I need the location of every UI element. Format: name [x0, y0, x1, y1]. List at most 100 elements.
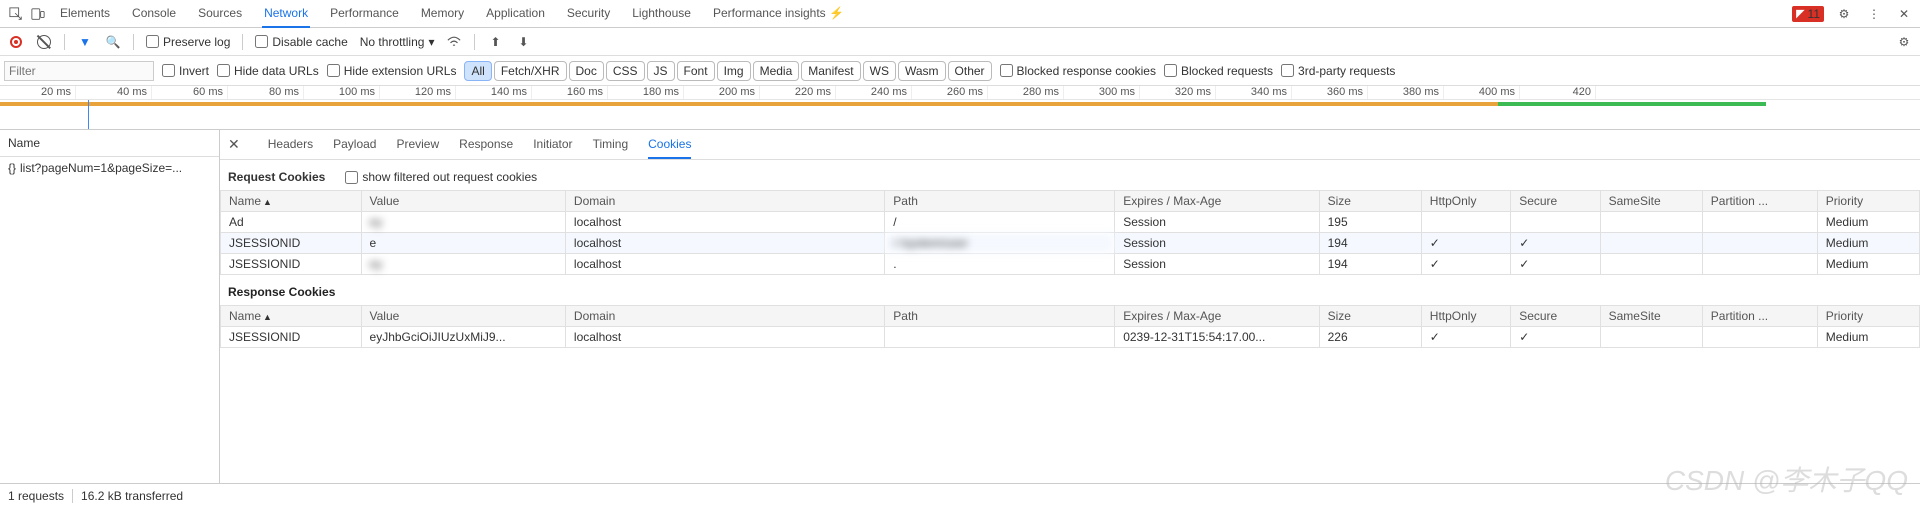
pill-img[interactable]: Img: [717, 61, 751, 81]
timeline-tick: 220 ms: [760, 86, 836, 99]
cookie-row[interactable]: JSESSIONIDelocalhost/ /system/userSessio…: [221, 233, 1920, 254]
name-column-header[interactable]: Name: [0, 130, 219, 157]
blocked-req-checkbox[interactable]: Blocked requests: [1164, 64, 1273, 78]
cell: Medium: [1817, 212, 1919, 233]
request-item[interactable]: {}list?pageNum=1&pageSize=...: [0, 157, 219, 179]
cell: localhost: [565, 233, 884, 254]
tab-application[interactable]: Application: [484, 0, 547, 28]
col-expires-max-age[interactable]: Expires / Max-Age: [1115, 191, 1319, 212]
col-httponly[interactable]: HttpOnly: [1421, 306, 1510, 327]
col-size[interactable]: Size: [1319, 191, 1421, 212]
kebab-icon[interactable]: ⋮: [1864, 4, 1884, 24]
pill-wasm[interactable]: Wasm: [898, 61, 946, 81]
gear-icon[interactable]: ⚙: [1834, 4, 1854, 24]
col-httponly[interactable]: HttpOnly: [1421, 191, 1510, 212]
tab-security[interactable]: Security: [565, 0, 612, 28]
search-icon[interactable]: 🔍: [105, 34, 121, 50]
tab-lighthouse[interactable]: Lighthouse: [630, 0, 693, 28]
col-value[interactable]: Value: [361, 191, 565, 212]
detail-tab-payload[interactable]: Payload: [333, 131, 376, 159]
col-partition-[interactable]: Partition ...: [1702, 191, 1817, 212]
filter-input[interactable]: [4, 61, 154, 81]
col-expires-max-age[interactable]: Expires / Max-Age: [1115, 306, 1319, 327]
gear-icon[interactable]: ⚙: [1896, 34, 1912, 50]
detail-tab-response[interactable]: Response: [459, 131, 513, 159]
third-party-label: 3rd-party requests: [1298, 64, 1395, 78]
detail-tab-preview[interactable]: Preview: [396, 131, 439, 159]
detail-tab-timing[interactable]: Timing: [593, 131, 629, 159]
show-filtered-checkbox[interactable]: show filtered out request cookies: [345, 170, 537, 184]
cell: [1702, 254, 1817, 275]
device-icon[interactable]: [28, 4, 48, 24]
cell: 194: [1319, 254, 1421, 275]
pill-doc[interactable]: Doc: [569, 61, 604, 81]
timeline[interactable]: 20 ms40 ms60 ms80 ms100 ms120 ms140 ms16…: [0, 86, 1920, 130]
col-domain[interactable]: Domain: [565, 306, 884, 327]
tab-memory[interactable]: Memory: [419, 0, 466, 28]
hide-data-label: Hide data URLs: [234, 64, 319, 78]
pill-css[interactable]: CSS: [606, 61, 645, 81]
hide-ext-checkbox[interactable]: Hide extension URLs: [327, 64, 457, 78]
wifi-icon[interactable]: [446, 34, 462, 50]
tab-performance[interactable]: Performance: [328, 0, 401, 28]
hide-data-checkbox[interactable]: Hide data URLs: [217, 64, 319, 78]
col-size[interactable]: Size: [1319, 306, 1421, 327]
disable-cache-checkbox[interactable]: Disable cache: [255, 35, 347, 49]
record-icon[interactable]: [8, 34, 24, 50]
col-domain[interactable]: Domain: [565, 191, 884, 212]
detail-tab-cookies[interactable]: Cookies: [648, 131, 691, 159]
col-name[interactable]: Name▲: [221, 191, 362, 212]
upload-icon[interactable]: ⬆: [487, 34, 503, 50]
cookie-row[interactable]: JSESSIONIDeylocalhost.Session194✓✓Medium: [221, 254, 1920, 275]
pill-font[interactable]: Font: [677, 61, 715, 81]
col-path[interactable]: Path: [885, 306, 1115, 327]
cookie-row[interactable]: Adeylocalhost/Session195Medium: [221, 212, 1920, 233]
col-priority[interactable]: Priority: [1817, 191, 1919, 212]
col-path[interactable]: Path: [885, 191, 1115, 212]
cell: ✓: [1421, 233, 1510, 254]
download-icon[interactable]: ⬇: [515, 34, 531, 50]
col-name[interactable]: Name▲: [221, 306, 362, 327]
throttle-select[interactable]: No throttling ▾: [360, 35, 435, 49]
timeline-tick: 180 ms: [608, 86, 684, 99]
col-secure[interactable]: Secure: [1511, 191, 1600, 212]
response-cookies-title: Response Cookies: [220, 275, 1920, 305]
tab-performance-insights-[interactable]: Performance insights ⚡: [711, 0, 846, 28]
col-value[interactable]: Value: [361, 306, 565, 327]
col-samesite[interactable]: SameSite: [1600, 191, 1702, 212]
col-secure[interactable]: Secure: [1511, 306, 1600, 327]
close-detail-icon[interactable]: ✕: [228, 136, 240, 153]
invert-checkbox[interactable]: Invert: [162, 64, 209, 78]
tab-sources[interactable]: Sources: [196, 0, 244, 28]
col-samesite[interactable]: SameSite: [1600, 306, 1702, 327]
close-icon[interactable]: ✕: [1894, 4, 1914, 24]
inspect-icon[interactable]: [6, 4, 26, 24]
tab-elements[interactable]: Elements: [58, 0, 112, 28]
pill-js[interactable]: JS: [647, 61, 675, 81]
tab-network[interactable]: Network: [262, 0, 310, 28]
preserve-log-checkbox[interactable]: Preserve log: [146, 35, 230, 49]
pill-fetch-xhr[interactable]: Fetch/XHR: [494, 61, 567, 81]
tab-console[interactable]: Console: [130, 0, 178, 28]
pill-manifest[interactable]: Manifest: [801, 61, 860, 81]
third-party-checkbox[interactable]: 3rd-party requests: [1281, 64, 1395, 78]
error-count: 11: [1808, 7, 1820, 21]
pill-media[interactable]: Media: [753, 61, 800, 81]
detail-tab-initiator[interactable]: Initiator: [533, 131, 572, 159]
clear-icon[interactable]: [36, 34, 52, 50]
detail-tab-headers[interactable]: Headers: [268, 131, 313, 159]
cell: Session: [1115, 254, 1319, 275]
error-badge[interactable]: ◤ 11: [1792, 6, 1824, 22]
filter-icon[interactable]: ▼: [77, 34, 93, 50]
pill-ws[interactable]: WS: [863, 61, 896, 81]
cell: localhost: [565, 327, 884, 348]
timeline-tick: 300 ms: [1064, 86, 1140, 99]
cell: Medium: [1817, 327, 1919, 348]
col-priority[interactable]: Priority: [1817, 306, 1919, 327]
cookie-row[interactable]: JSESSIONIDeyJhbGciOiJIUzUxMiJ9...localho…: [221, 327, 1920, 348]
col-partition-[interactable]: Partition ...: [1702, 306, 1817, 327]
pill-all[interactable]: All: [464, 61, 491, 81]
pill-other[interactable]: Other: [948, 61, 992, 81]
cell: [1421, 212, 1510, 233]
blocked-cookies-checkbox[interactable]: Blocked response cookies: [1000, 64, 1156, 78]
